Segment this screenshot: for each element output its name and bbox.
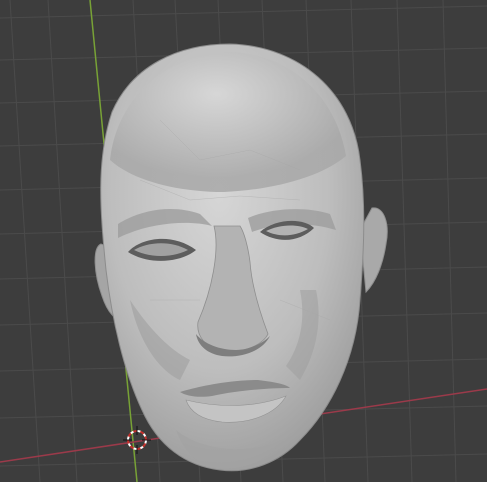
3d-viewport[interactable] bbox=[0, 0, 487, 482]
3d-cursor-icon[interactable] bbox=[123, 426, 151, 454]
viewport-canvas[interactable] bbox=[0, 0, 487, 482]
head-mesh[interactable] bbox=[94, 43, 388, 472]
